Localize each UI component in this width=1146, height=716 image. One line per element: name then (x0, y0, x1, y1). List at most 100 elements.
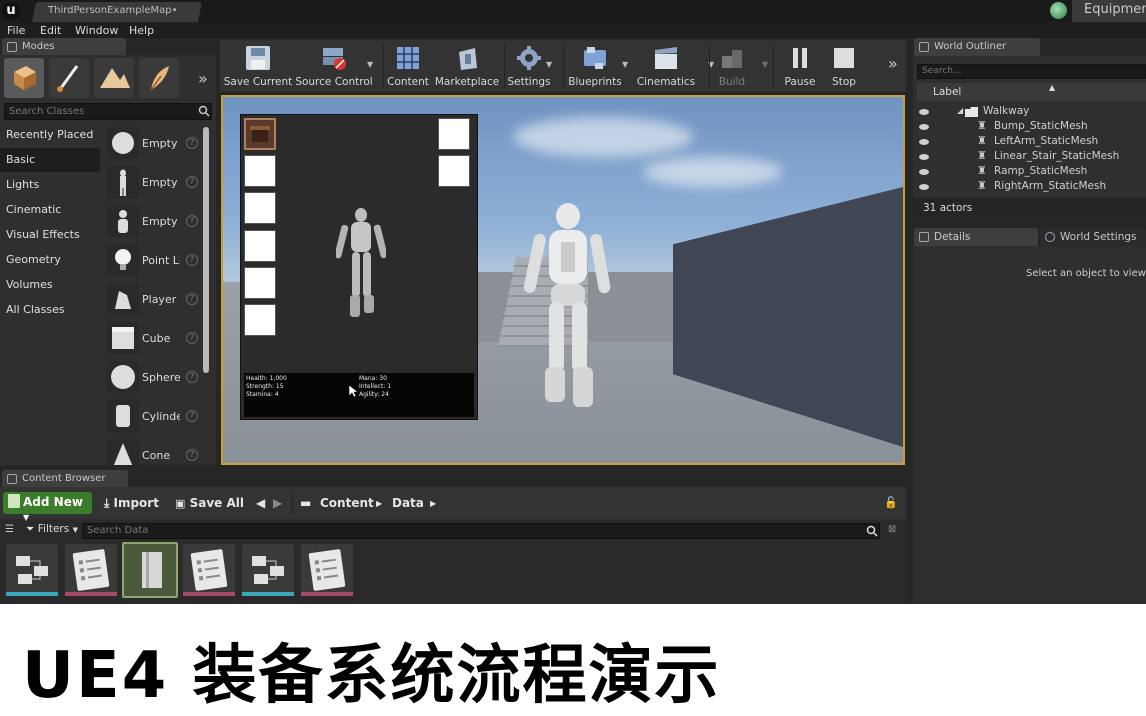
source-control-dropdown-icon[interactable]: ▼ (367, 60, 373, 69)
expand-arrow-icon[interactable]: ◢ (957, 106, 963, 115)
asset-tile-data-table[interactable] (65, 544, 117, 596)
pause-button[interactable]: Pause (780, 40, 820, 92)
outliner-row[interactable]: ♜ LeftArm_StaticMesh (913, 134, 1146, 150)
blueprints-dropdown-icon[interactable]: ▼ (622, 60, 628, 69)
category-recently-placed[interactable]: Recently Placed (0, 123, 100, 147)
help-icon[interactable]: ? (186, 215, 198, 227)
place-item-empty-character[interactable]: Empty C ? (104, 164, 200, 202)
menu-window[interactable]: Window (75, 24, 118, 37)
build-dropdown-icon[interactable]: ▼ (762, 60, 768, 69)
category-basic[interactable]: Basic (0, 148, 100, 172)
content-browser-tab[interactable]: Content Browser (2, 470, 128, 488)
help-icon[interactable]: ? (186, 137, 198, 149)
category-geometry[interactable]: Geometry (0, 248, 100, 272)
world-settings-tab[interactable]: World Settings (1040, 228, 1146, 246)
place-mode-button[interactable] (4, 58, 44, 98)
visibility-eye-icon[interactable] (919, 124, 929, 130)
modes-scrollbar[interactable] (203, 127, 209, 373)
place-item-empty-actor[interactable]: Empty A ? (104, 125, 200, 163)
visibility-eye-icon[interactable] (919, 184, 929, 190)
asset-tile-structure[interactable] (242, 544, 294, 596)
menu-edit[interactable]: Edit (40, 24, 61, 37)
back-arrow-icon[interactable]: ◀ (256, 496, 265, 510)
asset-tile-selected[interactable] (122, 542, 178, 598)
help-icon[interactable]: ? (186, 371, 198, 383)
search-icon[interactable] (198, 105, 210, 117)
visibility-eye-icon[interactable] (919, 139, 929, 145)
visibility-eye-icon[interactable] (919, 154, 929, 160)
inventory-slot[interactable] (244, 155, 276, 187)
inventory-slot[interactable] (438, 118, 470, 150)
place-item-player-start[interactable]: Player S ? (104, 281, 200, 319)
outliner-row[interactable]: ♜ Linear_Stair_StaticMesh (913, 149, 1146, 165)
menu-file[interactable]: File (7, 24, 25, 37)
filters-button[interactable]: ⏷ Filters ▼ (26, 523, 78, 536)
content-button[interactable]: Content (386, 40, 430, 92)
place-item-sphere[interactable]: Sphere ? (104, 359, 200, 397)
outliner-row[interactable]: ♜ Bump_StaticMesh (913, 119, 1146, 135)
path-data[interactable]: Data (392, 496, 424, 510)
save-all-button[interactable]: ▣ Save All (175, 496, 244, 510)
inventory-slot[interactable] (244, 230, 276, 262)
help-icon[interactable]: ? (186, 176, 198, 188)
build-button[interactable]: Build ▼ (712, 40, 768, 92)
add-new-button[interactable]: Add New ▼ (3, 492, 92, 522)
place-item-cylinder[interactable]: Cylinde ? (104, 398, 200, 436)
category-cinematic[interactable]: Cinematic (0, 198, 100, 222)
inventory-slot[interactable] (438, 155, 470, 187)
outliner-search-input[interactable]: Search... (917, 64, 1146, 79)
path-separator-icon[interactable]: ▶ (430, 499, 436, 508)
paint-mode-button[interactable] (49, 58, 89, 98)
menu-help[interactable]: Help (129, 24, 154, 37)
category-all-classes[interactable]: All Classes (0, 298, 100, 322)
view-options-icon[interactable]: ☰ (5, 524, 14, 535)
column-label[interactable]: Label (933, 86, 961, 98)
import-button[interactable]: ⤓ Import (104, 496, 159, 511)
toolbar-more-button[interactable]: » (888, 54, 898, 73)
details-tab[interactable]: Details (914, 228, 1038, 246)
asset-tile-data-table[interactable] (183, 544, 235, 596)
category-volumes[interactable]: Volumes (0, 273, 100, 297)
world-outliner-tab[interactable]: World Outliner (914, 38, 1040, 56)
path-content[interactable]: Content (320, 496, 374, 510)
modes-more-button[interactable]: » (198, 69, 208, 88)
marketplace-button[interactable]: Marketplace (434, 40, 500, 92)
search-classes-input[interactable]: Search Classes (4, 103, 212, 120)
place-item-cone[interactable]: Cone ? (104, 437, 200, 465)
help-icon[interactable]: ? (186, 332, 198, 344)
visibility-eye-icon[interactable] (919, 109, 929, 115)
place-item-cube[interactable]: Cube ? (104, 320, 200, 358)
settings-dropdown-icon[interactable]: ▼ (546, 60, 552, 69)
inventory-slot[interactable] (244, 267, 276, 299)
modes-tab[interactable]: Modes (2, 38, 126, 56)
visibility-eye-icon[interactable] (919, 169, 929, 175)
asset-tile-structure[interactable] (6, 544, 58, 596)
settings-button[interactable]: Settings ▼ (506, 40, 552, 92)
save-current-button[interactable]: Save Current (223, 40, 293, 92)
search-icon[interactable] (866, 525, 878, 537)
outliner-row[interactable]: ♜ RightArm_StaticMesh (913, 179, 1146, 195)
forward-arrow-icon[interactable]: ▶ (273, 496, 282, 510)
path-separator-icon[interactable]: ▶ (376, 499, 382, 508)
foliage-mode-button[interactable] (139, 58, 179, 98)
blueprints-button[interactable]: Blueprints ▼ (566, 40, 628, 92)
level-viewport[interactable]: Health: 1,000 Strength: 15 Stamina: 4 Ma… (221, 95, 905, 465)
help-icon[interactable]: ? (186, 410, 198, 422)
asset-tile-data-table[interactable] (301, 544, 353, 596)
save-search-icon[interactable]: ⊠ (888, 524, 896, 535)
help-icon[interactable]: ? (186, 254, 198, 266)
inventory-slot-filled[interactable] (244, 118, 276, 150)
help-icon[interactable]: ? (186, 293, 198, 305)
help-icon[interactable]: ? (186, 449, 198, 461)
inventory-slot[interactable] (244, 192, 276, 224)
category-visual-effects[interactable]: Visual Effects (0, 223, 100, 247)
search-data-input[interactable]: Search Data (82, 523, 880, 539)
project-name-tab[interactable]: Equipmen (1072, 0, 1146, 22)
place-item-point-light[interactable]: Point Li ? (104, 242, 200, 280)
outliner-row[interactable]: ♜ Ramp_StaticMesh (913, 164, 1146, 180)
place-item-empty-pawn[interactable]: Empty P ? (104, 203, 200, 241)
cinematics-button[interactable]: Cinematics ▼ (634, 40, 714, 92)
lock-icon[interactable]: 🔓 (884, 496, 898, 509)
source-control-button[interactable]: Source Control ▼ (295, 40, 373, 92)
landscape-mode-button[interactable] (94, 58, 134, 98)
